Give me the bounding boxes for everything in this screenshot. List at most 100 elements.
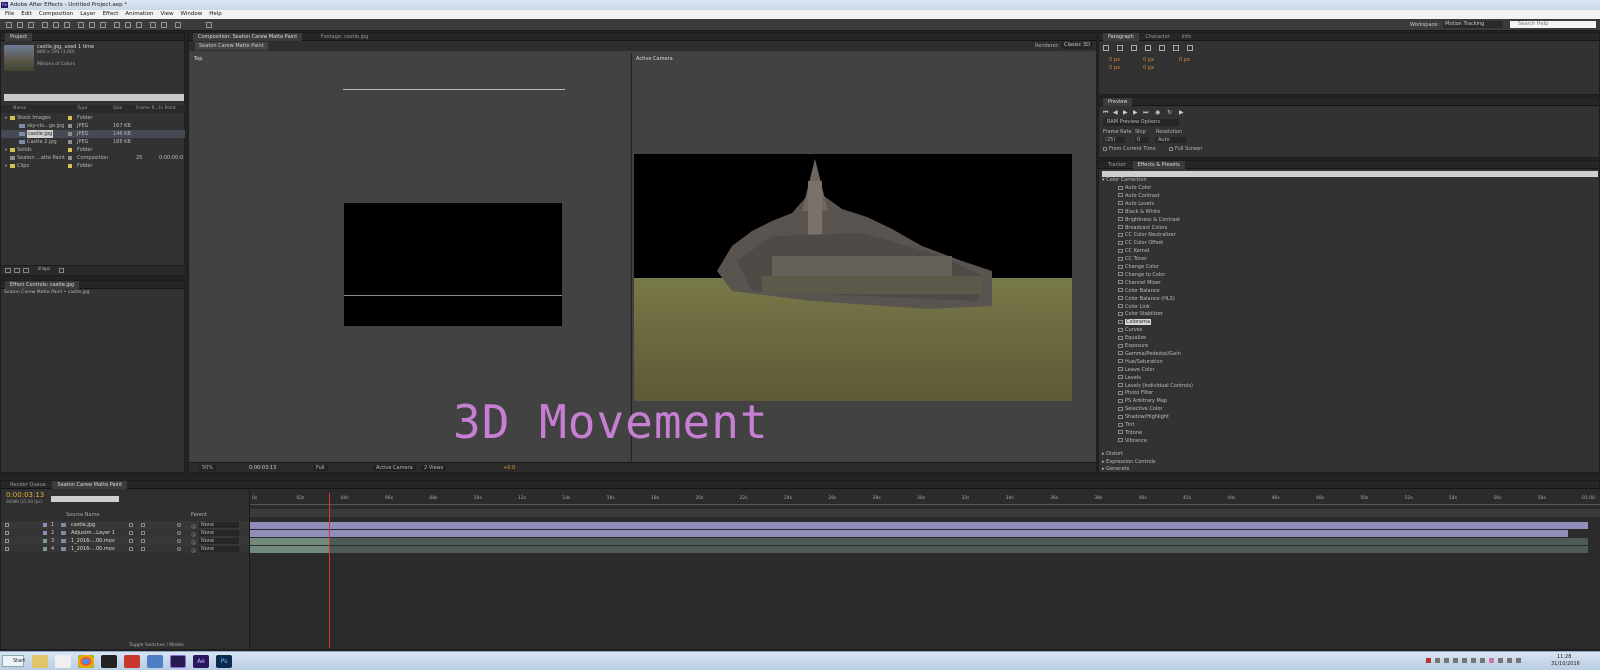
after-effects-icon[interactable]: Ae	[193, 655, 209, 668]
layer-source-name[interactable]: Adjustm...Layer 1	[71, 529, 115, 537]
full-screen-checkbox[interactable]	[1169, 147, 1173, 151]
align-left-icon[interactable]	[1103, 45, 1109, 51]
workspace-select[interactable]: Motion Tracking	[1443, 21, 1503, 28]
snapping-icon[interactable]	[206, 22, 212, 28]
timeline-layer-row[interactable]: 4 1_2016-...00.mov @ None	[1, 545, 249, 555]
layer-extended-bar[interactable]	[329, 537, 1588, 545]
parent-select[interactable]: None	[199, 530, 239, 536]
space-before-value[interactable]: 0 px	[1109, 65, 1120, 71]
parent-header[interactable]: Parent	[191, 512, 207, 518]
label-swatch[interactable]	[68, 148, 72, 152]
project-search-input[interactable]	[4, 94, 184, 101]
new-folder-icon[interactable]	[14, 268, 20, 273]
explorer-icon[interactable]	[32, 655, 48, 668]
layer-label-swatch[interactable]	[43, 547, 47, 551]
justify-last-right-icon[interactable]	[1173, 45, 1179, 51]
layer-extended-bar[interactable]	[329, 545, 1588, 553]
effect-item[interactable]: Broadcast Colors	[1118, 225, 1558, 233]
effect-item[interactable]: Change to Color	[1118, 272, 1558, 280]
tab-effect-controls[interactable]: Effect Controls: castle.jpg	[5, 281, 80, 289]
project-row[interactable]: sky-clo...ge.jpg JPEG 167 KB	[1, 122, 185, 130]
label-swatch[interactable]	[68, 140, 72, 144]
effect-item[interactable]: Color Link	[1118, 304, 1558, 312]
chrome-icon[interactable]	[78, 655, 94, 668]
category-color-correction[interactable]: ▾ Color Correction	[1102, 177, 1147, 185]
rectangle-tool-icon[interactable]	[78, 22, 84, 28]
tray-icon[interactable]	[1498, 658, 1503, 663]
selection-tool-icon[interactable]	[6, 22, 12, 28]
effect-item[interactable]: CC Color Neutralizer	[1118, 232, 1558, 240]
indent-right-value[interactable]: 0 px	[1179, 57, 1190, 63]
tab-paragraph[interactable]: Paragraph	[1103, 33, 1139, 41]
effect-item[interactable]: Brightness & Contrast	[1118, 217, 1558, 225]
tab-effects-presets[interactable]: Effects & Presets	[1132, 161, 1185, 169]
column-size[interactable]: Size	[113, 105, 122, 113]
search-help-input[interactable]: Search Help	[1510, 21, 1596, 28]
effect-item[interactable]: Selective Color	[1118, 406, 1558, 414]
tray-icon[interactable]	[1444, 658, 1449, 663]
menu-window[interactable]: Window	[181, 10, 203, 19]
axis-mode-icon[interactable]	[175, 22, 181, 28]
align-center-icon[interactable]	[1117, 45, 1123, 51]
project-row[interactable]: ▸ Clips Folder	[1, 162, 185, 170]
timeline-timecode[interactable]: 0:00:03:13	[6, 491, 44, 499]
current-time-display[interactable]: 0:00:03:13	[249, 465, 276, 471]
column-in-point[interactable]: In Point	[159, 105, 176, 113]
menu-animation[interactable]: Animation	[125, 10, 153, 19]
expand-arrow-icon[interactable]: ▸	[5, 114, 8, 122]
playhead[interactable]	[329, 493, 331, 648]
parent-pickwhip-icon[interactable]: @	[191, 547, 196, 555]
layer-duration-bar[interactable]	[250, 545, 330, 553]
align-right-icon[interactable]	[1131, 45, 1137, 51]
visibility-eye-icon[interactable]	[5, 531, 9, 535]
tray-icon[interactable]	[1489, 658, 1494, 663]
start-button[interactable]: Start	[2, 655, 25, 667]
shy-switch-icon[interactable]	[129, 531, 133, 535]
frame-rate-select[interactable]: (25)	[1103, 137, 1125, 143]
quality-switch-icon[interactable]	[141, 531, 145, 535]
effect-item[interactable]: CC Kernel	[1118, 248, 1558, 256]
tab-timeline-comp[interactable]: Seaton Carew Matte Paint	[52, 481, 128, 489]
parent-select[interactable]: None	[199, 522, 239, 528]
renderer-select[interactable]: Classic 3D	[1061, 42, 1093, 49]
effect-item[interactable]: Auto Contrast	[1118, 193, 1558, 201]
quality-switch-icon[interactable]	[141, 523, 145, 527]
effect-item[interactable]: Shadow/Highlight	[1118, 414, 1558, 422]
timeline-layer-row[interactable]: 2 Adjustm...Layer 1 @ None	[1, 529, 249, 538]
menu-view[interactable]: View	[160, 10, 173, 19]
visibility-eye-icon[interactable]	[5, 539, 9, 543]
from-current-time-checkbox[interactable]	[1103, 147, 1107, 151]
menu-file[interactable]: File	[5, 10, 14, 19]
category-generate[interactable]: ▸ Generate	[1102, 466, 1129, 472]
first-frame-icon[interactable]: ⏮	[1103, 109, 1108, 117]
rotation-tool-icon[interactable]	[42, 22, 48, 28]
view-layout-select[interactable]: 2 Views	[421, 465, 447, 471]
layer-duration-bar[interactable]	[250, 521, 1588, 529]
premiere-icon[interactable]	[170, 655, 186, 668]
effect-item[interactable]: PS Arbitrary Map	[1118, 398, 1558, 406]
effect-item[interactable]: Curves	[1118, 327, 1558, 335]
layer-source-name[interactable]: 1_2016-...00.mov	[71, 545, 115, 553]
effect-item[interactable]: Change Color	[1118, 264, 1558, 272]
menu-composition[interactable]: Composition	[39, 10, 73, 19]
effect-item[interactable]: Photo Filter	[1118, 390, 1558, 398]
expand-arrow-icon[interactable]: ▸	[5, 162, 8, 170]
justify-last-left-icon[interactable]	[1145, 45, 1151, 51]
tab-render-queue[interactable]: Render Queue	[5, 481, 51, 489]
quality-switch-icon[interactable]	[141, 539, 145, 543]
layer-duration-bar[interactable]	[250, 529, 1568, 537]
3d-layer-switch-icon[interactable]	[177, 531, 181, 535]
pen-tool-icon[interactable]	[89, 22, 95, 28]
layer-label-swatch[interactable]	[43, 539, 47, 543]
tab-tracker[interactable]: Tracker	[1103, 161, 1131, 169]
effect-item[interactable]: Channel Mixer	[1118, 280, 1558, 288]
indent-left-value[interactable]: 0 px	[1109, 57, 1120, 63]
photos-icon[interactable]	[147, 655, 163, 668]
tab-project[interactable]: Project	[5, 33, 33, 41]
tray-icon[interactable]	[1453, 658, 1458, 663]
new-composition-icon[interactable]	[23, 268, 29, 273]
composition-flow-tab[interactable]: Seaton Carew Matte Paint	[195, 42, 268, 50]
visibility-eye-icon[interactable]	[5, 547, 9, 551]
tab-character[interactable]: Character	[1140, 33, 1175, 41]
play-icon[interactable]: ▶	[1123, 109, 1128, 116]
